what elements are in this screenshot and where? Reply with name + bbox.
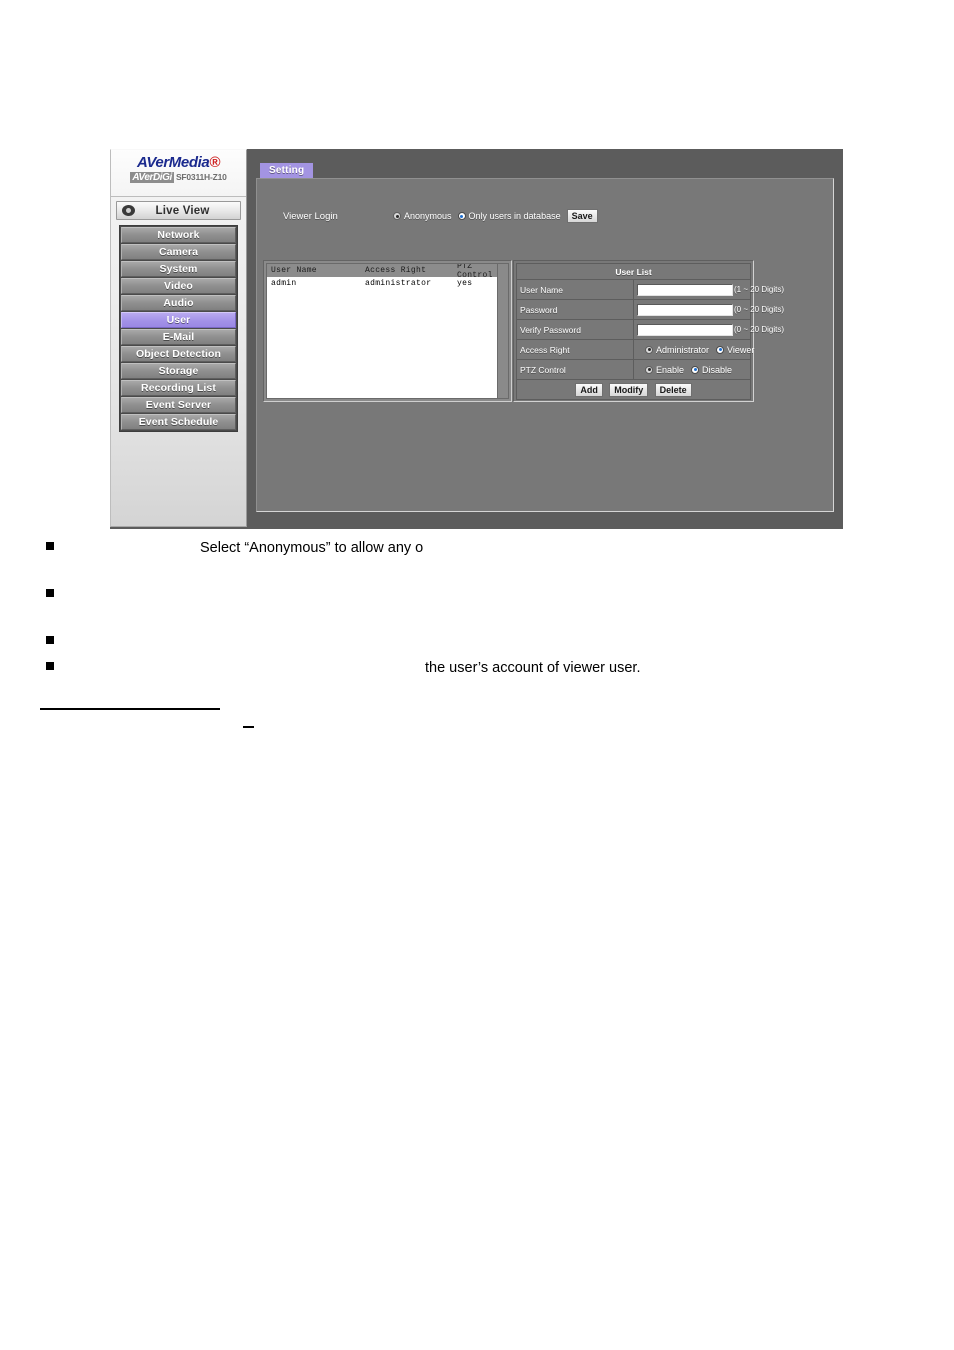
sidebar: AVerMedia® AVerDiGi SF0311H-Z10 Live Vie… bbox=[110, 149, 247, 527]
column-header-access-right: Access Right bbox=[365, 266, 427, 275]
label-verify-password: Verify Password bbox=[516, 319, 634, 340]
radio-anonymous[interactable]: Anonymous bbox=[393, 211, 452, 221]
sidebar-item-user[interactable]: User bbox=[121, 312, 236, 328]
bullet-marker bbox=[46, 636, 54, 644]
user-form-action-row: Add Modify Delete bbox=[516, 379, 751, 400]
bullet-marker bbox=[46, 589, 54, 597]
add-button[interactable]: Add bbox=[575, 382, 603, 397]
radio-administrator-dot[interactable] bbox=[645, 345, 653, 354]
radio-ptz-enable[interactable]: Enable bbox=[645, 365, 684, 375]
user-form-title: User List bbox=[516, 263, 751, 280]
brand-trademark: ® bbox=[209, 154, 220, 171]
radio-anonymous-label: Anonymous bbox=[404, 211, 452, 221]
save-button[interactable]: Save bbox=[566, 209, 598, 223]
sidebar-item-object-detection[interactable]: Object Detection bbox=[121, 346, 236, 362]
sidebar-item-camera[interactable]: Camera bbox=[121, 244, 236, 260]
hint-verify-password: (0 ~ 20 Digits) bbox=[734, 325, 785, 334]
logo-block: AVerMedia® AVerDiGi SF0311H-Z10 bbox=[111, 150, 246, 197]
sidebar-item-event-schedule[interactable]: Event Schedule bbox=[121, 414, 236, 430]
bullet-marker bbox=[46, 542, 54, 550]
cell-access-right-options: Administrator Viewer bbox=[633, 339, 754, 360]
hint-password: (0 ~ 20 Digits) bbox=[734, 305, 785, 314]
sidebar-item-audio[interactable]: Audio bbox=[121, 295, 236, 311]
modify-button[interactable]: Modify bbox=[609, 382, 649, 397]
verify-password-input[interactable] bbox=[637, 323, 733, 336]
delete-button[interactable]: Delete bbox=[654, 382, 692, 397]
hint-user-name: (1 ~ 20 Digits) bbox=[734, 285, 785, 294]
cell-ptz-control-options: Enable Disable bbox=[633, 359, 751, 380]
field-row-access-right: Access Right Administrator Viewer bbox=[516, 339, 754, 360]
user-form-table: User List User Name (1 ~ 20 Digits) Pass… bbox=[516, 263, 784, 400]
radio-only-users-in-database-dot[interactable] bbox=[457, 212, 466, 220]
live-view-button[interactable]: Live View bbox=[116, 201, 241, 220]
label-access-right: Access Right bbox=[516, 339, 634, 360]
radio-disable-dot[interactable] bbox=[691, 365, 700, 374]
user-list-inner: User Name Access Right PTZ Control admin… bbox=[266, 263, 509, 399]
settings-panel: Viewer Login Anonymous Only users in dat… bbox=[256, 178, 834, 512]
user-form-box: User List User Name (1 ~ 20 Digits) Pass… bbox=[513, 260, 784, 402]
sidebar-item-network[interactable]: Network bbox=[121, 227, 236, 243]
viewer-login-row: Viewer Login Anonymous Only users in dat… bbox=[257, 208, 833, 230]
table-row[interactable]: admin administrator yes bbox=[267, 277, 508, 289]
label-user-name: User Name bbox=[516, 279, 634, 300]
sidebar-item-storage[interactable]: Storage bbox=[121, 363, 236, 379]
radio-access-right-administrator[interactable]: Administrator bbox=[645, 345, 709, 355]
user-name-input[interactable] bbox=[637, 283, 733, 296]
radio-viewer-label: Viewer bbox=[727, 344, 755, 355]
radio-administrator-label: Administrator bbox=[656, 344, 710, 355]
field-row-password: Password (0 ~ 20 Digits) bbox=[516, 299, 784, 320]
sidebar-menu: Network Camera System Video Audio User E-Mail O… bbox=[119, 225, 238, 432]
field-row-ptz-control: PTZ Control Enable Disable bbox=[516, 359, 751, 380]
label-password: Password bbox=[516, 299, 634, 320]
sidebar-item-system[interactable]: System bbox=[121, 261, 236, 277]
radio-ptz-disable[interactable]: Disable bbox=[691, 365, 732, 375]
sidebar-item-video[interactable]: Video bbox=[121, 278, 236, 294]
column-header-user-name: User Name bbox=[271, 266, 317, 275]
user-list-header: User Name Access Right PTZ Control bbox=[267, 264, 508, 280]
label-ptz-control: PTZ Control bbox=[516, 359, 634, 380]
bullet-marker bbox=[46, 662, 54, 670]
cell-access-right: administrator bbox=[365, 278, 432, 288]
tab-setting[interactable]: Setting bbox=[260, 163, 314, 179]
radio-viewer-dot[interactable] bbox=[716, 345, 725, 354]
radio-access-right-viewer[interactable]: Viewer bbox=[716, 345, 754, 355]
cell-password-input: (0 ~ 20 Digits) bbox=[633, 299, 784, 320]
radio-anonymous-dot[interactable] bbox=[393, 212, 401, 220]
eye-icon bbox=[122, 205, 135, 216]
field-row-user-name: User Name (1 ~ 20 Digits) bbox=[516, 279, 784, 300]
footnote-dash bbox=[243, 726, 254, 728]
viewer-login-label: Viewer Login bbox=[283, 211, 338, 222]
cell-verify-password-input: (0 ~ 20 Digits) bbox=[633, 319, 784, 340]
cell-user-name-input: (1 ~ 20 Digits) bbox=[633, 279, 784, 300]
tab-bar: Setting bbox=[248, 149, 843, 179]
radio-enable-label: Enable bbox=[656, 364, 685, 375]
brand-model-number: SF0311H-Z10 bbox=[175, 172, 227, 182]
sidebar-item-recording-list[interactable]: Recording List bbox=[121, 380, 236, 396]
password-input[interactable] bbox=[637, 303, 733, 316]
sidebar-item-event-server[interactable]: Event Server bbox=[121, 397, 236, 413]
radio-only-users-in-database[interactable]: Only users in database bbox=[457, 211, 561, 221]
brand-sub-avdigi: AVerDiGi bbox=[130, 172, 174, 183]
radio-disable-label: Disable bbox=[702, 364, 733, 375]
cell-user-name: admin bbox=[271, 278, 297, 288]
page-root: AVerMedia® AVerDiGi SF0311H-Z10 Live Vie… bbox=[0, 0, 954, 1350]
viewer-login-options: Anonymous Only users in database Save bbox=[393, 209, 598, 223]
brand-logo-text: AVerMedia bbox=[137, 154, 210, 171]
bullet-text: Select “Anonymous” to allow any o bbox=[200, 540, 424, 556]
brand-logo: AVerMedia® bbox=[111, 154, 246, 171]
user-list-scrollbar[interactable] bbox=[497, 264, 508, 398]
radio-enable-dot[interactable] bbox=[645, 365, 653, 374]
sidebar-item-e-mail[interactable]: E-Mail bbox=[121, 329, 236, 345]
device-web-ui-screenshot: AVerMedia® AVerDiGi SF0311H-Z10 Live Vie… bbox=[110, 149, 843, 529]
field-row-verify-password: Verify Password (0 ~ 20 Digits) bbox=[516, 319, 784, 340]
footnote-separator bbox=[40, 708, 220, 710]
live-view-label: Live View bbox=[155, 204, 210, 217]
user-list-box[interactable]: User Name Access Right PTZ Control admin… bbox=[263, 260, 512, 402]
brand-sub-block: AVerDiGi SF0311H-Z10 bbox=[111, 172, 246, 183]
content-area: Setting Viewer Login Anonymous Only user… bbox=[248, 149, 843, 529]
radio-only-users-in-database-label: Only users in database bbox=[468, 211, 561, 221]
bullet-text: the user’s account of viewer user. bbox=[425, 660, 641, 676]
